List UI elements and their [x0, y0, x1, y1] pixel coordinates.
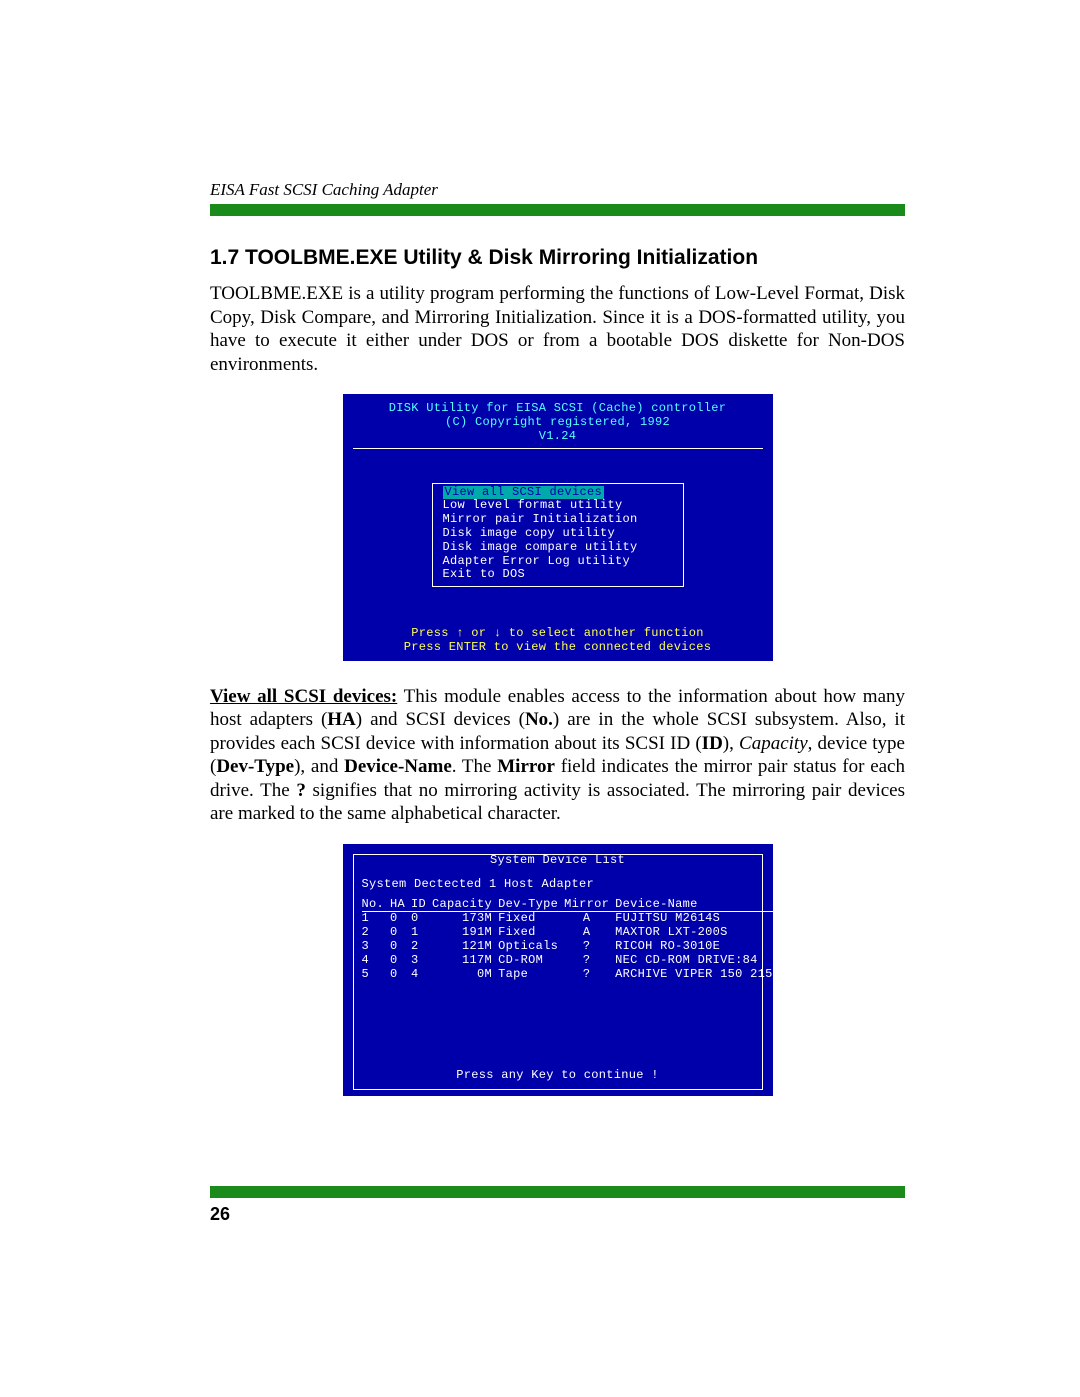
device-list-box: System Device List System Dectected 1 Ho…: [353, 854, 763, 1090]
dos-screen-device-list: System Device List System Dectected 1 Ho…: [343, 844, 773, 1096]
col-ha: HA: [390, 898, 411, 912]
col-no: No.: [362, 898, 391, 912]
col-capacity: Capacity: [432, 898, 498, 912]
page-footer: 26: [210, 1186, 905, 1225]
menu-item[interactable]: Disk image compare utility: [443, 541, 673, 555]
top-green-rule: [210, 204, 905, 216]
running-header: EISA Fast SCSI Caching Adapter: [210, 180, 905, 200]
col-id: ID: [411, 898, 432, 912]
intro-paragraph: TOOLBME.EXE is a utility program perform…: [210, 282, 905, 376]
section-title: 1.7 TOOLBME.EXE Utility & Disk Mirroring…: [210, 246, 905, 270]
dos-menu-box: View all SCSI devices Low level format u…: [432, 483, 684, 588]
dos-divider: [353, 448, 763, 449]
table-row: 403117MCD-ROM?NEC CD-ROM DRIVE:84: [362, 954, 794, 968]
menu-item[interactable]: Exit to DOS: [443, 568, 673, 582]
dos-copyright-line: (C) Copyright registered, 1992: [353, 416, 763, 430]
dos-screen-1-wrapper: DISK Utility for EISA SCSI (Cache) contr…: [210, 394, 905, 661]
menu-item[interactable]: Adapter Error Log utility: [443, 555, 673, 569]
dos-hint-line: Press ↑ or ↓ to select another function: [353, 627, 763, 641]
dos-version-line: V1.24: [353, 430, 763, 444]
menu-item-selected[interactable]: View all SCSI devices: [443, 486, 605, 500]
dos-title-line: DISK Utility for EISA SCSI (Cache) contr…: [353, 402, 763, 416]
manual-page: EISA Fast SCSI Caching Adapter 1.7 TOOLB…: [0, 0, 1080, 1325]
device-table-header: No. HA ID Capacity Dev-Type Mirror Devic…: [362, 898, 794, 912]
table-row: 201191MFixedAMAXTOR LXT-200S: [362, 926, 794, 940]
bottom-green-rule: [210, 1186, 905, 1198]
view-devices-paragraph: View all SCSI devices: This module enabl…: [210, 685, 905, 826]
table-row: 100173MFixedAFUJITSU M2614S: [362, 912, 794, 926]
menu-item[interactable]: Mirror pair Initialization: [443, 513, 673, 527]
col-devname: Device-Name: [615, 898, 794, 912]
dos-screen-2-wrapper: System Device List System Dectected 1 Ho…: [210, 844, 905, 1096]
device-table: No. HA ID Capacity Dev-Type Mirror Devic…: [362, 898, 794, 982]
dos-hint-line: Press ENTER to view the connected device…: [353, 641, 763, 655]
lead-phrase: View all SCSI devices:: [210, 686, 397, 707]
menu-item[interactable]: Disk image copy utility: [443, 527, 673, 541]
table-row: 302121MOpticals?RICOH RO-3010E: [362, 940, 794, 954]
col-mirror: Mirror: [564, 898, 615, 912]
host-adapter-detected: System Dectected 1 Host Adapter: [362, 878, 754, 892]
table-row: 5040MTape?ARCHIVE VIPER 150 21531: [362, 968, 794, 982]
page-number: 26: [210, 1204, 905, 1225]
dos-screen-main-menu: DISK Utility for EISA SCSI (Cache) contr…: [343, 394, 773, 661]
device-list-title: System Device List: [362, 854, 754, 868]
menu-item[interactable]: Low level format utility: [443, 499, 673, 513]
press-any-key: Press any Key to continue !: [362, 1069, 754, 1083]
col-devtype: Dev-Type: [498, 898, 564, 912]
